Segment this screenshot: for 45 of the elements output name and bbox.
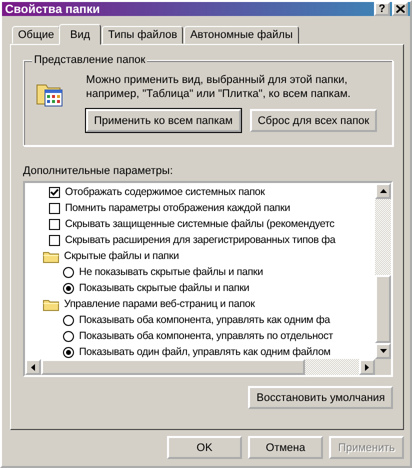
group-title: Представление папок xyxy=(32,54,148,66)
help-button[interactable]: ? xyxy=(374,2,390,16)
radio-option[interactable]: Не показывать скрытые файлы и папки xyxy=(43,264,375,280)
apply-button[interactable]: Сброс для всех папок xyxy=(250,109,378,132)
tab[interactable]: Вид xyxy=(59,24,102,45)
horizontal-scrollbar[interactable] xyxy=(25,359,391,375)
apply-button[interactable]: Применить ко всем папкам xyxy=(86,109,241,132)
tab[interactable]: Типы файлов xyxy=(102,26,184,44)
description-text: Можно применить вид, выбранный для этой папки, например, "Таблица" или "Плитка", ко всем папкам. xyxy=(86,73,352,101)
checkbox-option[interactable]: Скрывать расширения для зарегистрированных типов фа xyxy=(43,232,375,248)
folder-icon xyxy=(43,250,59,262)
folder-icon xyxy=(43,298,59,310)
section-label: Дополнительные параметры: xyxy=(23,165,174,177)
checkbox[interactable] xyxy=(49,186,60,198)
radio-button[interactable] xyxy=(63,314,74,326)
radio-option[interactable]: Показывать скрытые файлы и папки xyxy=(43,280,375,296)
tab[interactable]: Автономные файлы xyxy=(184,26,299,44)
radio-option[interactable]: Показывать оба компонента, управлять как одним фа xyxy=(43,312,375,328)
checkbox-option[interactable]: Отображать содержимое системных папок xyxy=(43,184,375,200)
left-arrow-icon xyxy=(31,364,35,370)
tab[interactable]: Общие xyxy=(12,26,60,44)
vertical-scrollbar[interactable] xyxy=(375,183,391,359)
up-arrow-icon xyxy=(380,189,386,193)
radio-button[interactable] xyxy=(63,346,74,358)
checkbox[interactable] xyxy=(49,234,60,246)
radio-button[interactable] xyxy=(63,266,74,278)
scrollbar-corner xyxy=(375,359,391,375)
right-arrow-icon xyxy=(365,364,369,370)
radio-button[interactable] xyxy=(63,282,74,294)
group-label: Скрытые файлы и папки xyxy=(64,250,179,262)
radio-button[interactable] xyxy=(63,330,74,342)
checkbox-option[interactable]: Скрывать защищенные системные файлы (рекомендуетс xyxy=(43,216,375,232)
checkbox-option[interactable]: Помнить параметры отображения каждой папки xyxy=(43,200,375,216)
radio-option[interactable]: Показывать один файл, управлять как одним файлом xyxy=(43,344,375,359)
window-title: Свойства папки xyxy=(5,2,100,16)
dialog-button[interactable]: OK xyxy=(167,436,242,459)
checkbox[interactable] xyxy=(49,202,60,214)
restore-defaults-button[interactable]: Восстановить умолчания xyxy=(248,386,393,409)
radio-option[interactable]: Показывать оба компонента, управлять по отдельност xyxy=(43,328,375,344)
checkbox[interactable] xyxy=(49,218,60,230)
down-arrow-icon xyxy=(380,349,386,353)
group-label: Управление парами веб-страниц и папок xyxy=(64,298,255,310)
close-icon xyxy=(396,5,404,13)
dialog-button[interactable]: Отмена xyxy=(248,436,323,459)
close-button[interactable] xyxy=(392,2,408,16)
